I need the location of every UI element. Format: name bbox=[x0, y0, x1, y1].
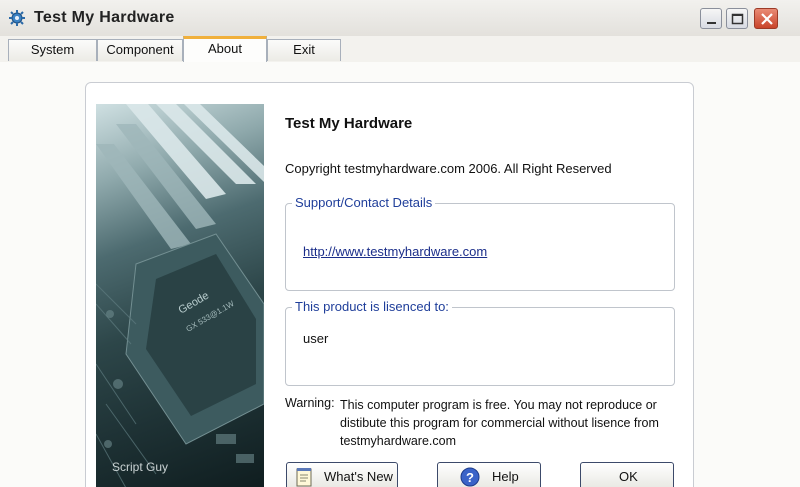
tab-label: Component bbox=[106, 42, 174, 57]
whats-new-button[interactable]: What's New bbox=[286, 462, 398, 487]
tab-label: System bbox=[30, 42, 75, 57]
svg-text:?: ? bbox=[466, 470, 474, 485]
support-legend: Support/Contact Details bbox=[292, 195, 436, 210]
warning-line: This computer program is free. You may n… bbox=[340, 398, 657, 412]
whats-new-label: What's New bbox=[324, 469, 393, 484]
about-frame: Geode GX 533@1.1W Script Guy Test My Har… bbox=[85, 82, 694, 487]
website-link[interactable]: http://www.testmyhardware.com bbox=[303, 244, 487, 259]
help-icon: ? bbox=[460, 467, 480, 487]
picture-caption: Script Guy bbox=[112, 460, 169, 474]
warning-line: testmyhardware.com bbox=[340, 434, 457, 448]
warning-label: Warning: bbox=[285, 396, 335, 410]
title-bar[interactable]: Test My Hardware bbox=[0, 0, 800, 37]
copyright-text: Copyright testmyhardware.com 2006. All R… bbox=[285, 161, 612, 176]
hardware-picture: Geode GX 533@1.1W Script Guy bbox=[96, 104, 264, 487]
motherboard-illustration: Geode GX 533@1.1W bbox=[96, 104, 264, 487]
minimize-icon bbox=[707, 22, 716, 24]
licence-group: This product is lisenced to: user bbox=[285, 299, 675, 386]
help-label: Help bbox=[492, 469, 519, 484]
tab-system[interactable]: System bbox=[8, 39, 97, 61]
notepad-icon bbox=[295, 467, 313, 487]
ok-label: OK bbox=[619, 469, 638, 484]
about-panel: Geode GX 533@1.1W Script Guy Test My Har… bbox=[0, 62, 800, 487]
tab-exit[interactable]: Exit bbox=[267, 39, 341, 61]
warning-line: distibute this program for commercial wi… bbox=[340, 416, 659, 430]
ok-button[interactable]: OK bbox=[580, 462, 674, 487]
tab-strip: System Component About Exit bbox=[0, 36, 800, 63]
close-icon bbox=[761, 13, 773, 25]
warning-text: This computer program is free. You may n… bbox=[340, 396, 680, 450]
app-window: Test My Hardware System Component About … bbox=[0, 0, 800, 487]
maximize-icon bbox=[731, 13, 744, 25]
window-title: Test My Hardware bbox=[34, 9, 175, 26]
tab-about[interactable]: About bbox=[183, 36, 267, 63]
licensed-user: user bbox=[303, 331, 329, 346]
about-heading: Test My Hardware bbox=[285, 115, 413, 132]
tab-label: Exit bbox=[293, 42, 315, 57]
help-button[interactable]: ? Help bbox=[437, 462, 541, 487]
minimize-button[interactable] bbox=[700, 8, 722, 29]
close-button[interactable] bbox=[754, 8, 778, 29]
support-group: Support/Contact Details http://www.testm… bbox=[285, 195, 675, 291]
licence-legend: This product is lisenced to: bbox=[292, 299, 452, 314]
tab-component[interactable]: Component bbox=[97, 39, 183, 61]
gear-icon bbox=[8, 9, 26, 27]
maximize-button[interactable] bbox=[726, 8, 748, 29]
tab-label: About bbox=[208, 41, 242, 56]
